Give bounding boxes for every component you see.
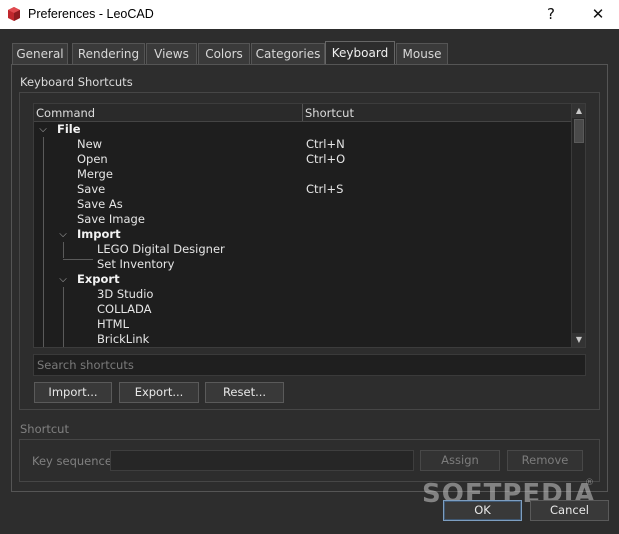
tree-row-import[interactable]: ⌵ Import — [34, 227, 571, 242]
tab-general[interactable]: General — [12, 43, 68, 64]
tree-row-label: Import — [77, 227, 121, 241]
chevron-down-icon[interactable]: ⌵ — [57, 227, 69, 242]
shortcut-tree[interactable]: Command Shortcut ⌵ File New Ctrl+N Open … — [33, 103, 586, 348]
tree-row-3d-studio[interactable]: 3D Studio — [34, 287, 571, 302]
tree-row-save[interactable]: Save Ctrl+S — [34, 182, 571, 197]
tree-row-save-as[interactable]: Save As — [34, 197, 571, 212]
tree-row-label: New — [77, 137, 103, 151]
assign-button[interactable]: Assign — [420, 450, 500, 471]
tree-row-set-inventory[interactable]: Set Inventory — [34, 257, 571, 272]
tree-row-collada[interactable]: COLLADA — [34, 302, 571, 317]
import-button[interactable]: Import... — [34, 382, 112, 403]
tree-row-label: COLLADA — [97, 302, 152, 316]
tree-row-label: Save As — [77, 197, 123, 211]
keyboard-shortcuts-label: Keyboard Shortcuts — [20, 75, 133, 89]
tab-colors[interactable]: Colors — [198, 43, 250, 64]
tree-row-label: Open — [77, 152, 108, 166]
tree-row-label: Merge — [77, 167, 113, 181]
scrollbar-thumb[interactable] — [574, 119, 584, 143]
chevron-down-icon[interactable]: ⌵ — [37, 122, 49, 137]
tree-row-save-image[interactable]: Save Image — [34, 212, 571, 227]
tree-row-open[interactable]: Open Ctrl+O — [34, 152, 571, 167]
scroll-down-icon[interactable]: ▼ — [572, 333, 585, 347]
tree-row-label: Save Image — [77, 212, 145, 226]
tree-row-export[interactable]: ⌵ Export — [34, 272, 571, 287]
title-bar: Preferences - LeoCAD ? ✕ — [0, 0, 619, 29]
tree-header: Command Shortcut — [34, 104, 571, 122]
key-sequence-field[interactable] — [110, 450, 414, 471]
reset-button[interactable]: Reset... — [205, 382, 284, 403]
ok-button[interactable]: OK — [443, 500, 522, 521]
help-button[interactable]: ? — [531, 2, 571, 27]
tree-row-shortcut: Ctrl+S — [306, 182, 344, 196]
tree-row-label: BrickLink — [97, 332, 150, 346]
tab-keyboard[interactable]: Keyboard — [325, 41, 395, 65]
tree-row-label: LEGO Digital Designer — [97, 242, 225, 256]
export-button[interactable]: Export... — [119, 382, 199, 403]
search-shortcuts-input[interactable] — [33, 354, 586, 376]
tree-row-label: File — [57, 122, 81, 136]
tree-row-shortcut: Ctrl+N — [306, 137, 345, 151]
tree-row-html[interactable]: HTML — [34, 317, 571, 332]
scroll-up-icon[interactable]: ▲ — [572, 104, 585, 118]
tree-row-new[interactable]: New Ctrl+N — [34, 137, 571, 152]
tree-row-label: 3D Studio — [97, 287, 154, 301]
tree-row-shortcut: Ctrl+O — [306, 152, 346, 166]
tree-rows: ⌵ File New Ctrl+N Open Ctrl+O Merge Save… — [34, 122, 571, 347]
tree-row-file[interactable]: ⌵ File — [34, 122, 571, 137]
tab-rendering[interactable]: Rendering — [72, 43, 145, 64]
cancel-button[interactable]: Cancel — [530, 500, 609, 521]
tree-row-merge[interactable]: Merge — [34, 167, 571, 182]
remove-button[interactable]: Remove — [507, 450, 583, 471]
tree-row-label: HTML — [97, 317, 130, 331]
tab-views[interactable]: Views — [146, 43, 197, 64]
tree-row-label: Save — [77, 182, 106, 196]
tree-row-label: Export — [77, 272, 120, 286]
column-header-shortcut[interactable]: Shortcut — [305, 106, 354, 120]
registered-mark: ® — [585, 478, 594, 488]
key-sequence-label: Key sequence: — [32, 454, 116, 468]
tree-row-bricklink[interactable]: BrickLink — [34, 332, 571, 347]
shortcut-group-label: Shortcut — [20, 422, 69, 436]
tree-row-lego-digital-designer[interactable]: LEGO Digital Designer — [34, 242, 571, 257]
chevron-down-icon[interactable]: ⌵ — [57, 272, 69, 287]
column-header-command[interactable]: Command — [36, 106, 95, 120]
window-title: Preferences - LeoCAD — [28, 7, 154, 21]
leocad-brick-icon — [8, 7, 20, 21]
column-separator — [302, 104, 303, 121]
tab-categories[interactable]: Categories — [251, 43, 325, 64]
tree-scrollbar[interactable]: ▲ ▼ — [571, 104, 585, 347]
tab-mouse[interactable]: Mouse — [396, 43, 448, 64]
tree-row-label: Set Inventory — [97, 257, 175, 271]
close-button[interactable]: ✕ — [578, 2, 618, 27]
